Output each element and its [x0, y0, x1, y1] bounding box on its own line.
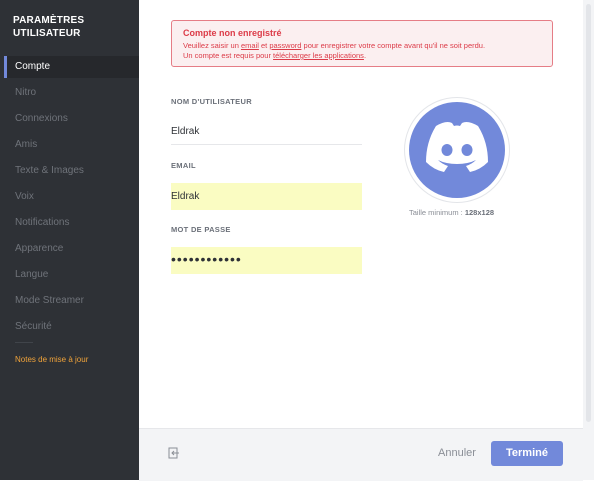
avatar[interactable] [409, 102, 505, 198]
download-apps-link[interactable]: télécharger les applications [273, 51, 364, 60]
logout-icon[interactable] [168, 446, 180, 464]
sidebar-item-notifications[interactable]: Notifications [4, 212, 139, 234]
sidebar-item-release-notes[interactable]: Notes de mise à jour [15, 355, 88, 364]
done-button[interactable]: Terminé [491, 441, 563, 466]
password-link[interactable]: password [269, 41, 301, 50]
cancel-button[interactable]: Annuler [432, 444, 482, 462]
sidebar-item-apparence[interactable]: Apparence [4, 238, 139, 260]
username-field[interactable]: Eldrak [171, 118, 362, 145]
sidebar-item-amis[interactable]: Amis [4, 134, 139, 156]
scrollbar-thumb[interactable] [586, 4, 591, 422]
avatar-min-size-hint: Taille minimum : 128x128 [409, 208, 495, 217]
username-label: NOM D'UTILISATEUR [171, 97, 252, 106]
discord-logo-icon [426, 122, 488, 172]
sidebar-item-voix[interactable]: Voix [4, 186, 139, 208]
sidebar-title: PARAMÈTRES UTILISATEUR [13, 15, 85, 39]
email-field[interactable]: Eldrak [171, 183, 362, 210]
email-label: EMAIL [171, 161, 196, 170]
sidebar-item-connexions[interactable]: Connexions [4, 108, 139, 130]
settings-sidebar: PARAMÈTRES UTILISATEUR Compte Nitro Conn… [0, 0, 139, 480]
sidebar-divider [15, 342, 33, 343]
alert-title: Compte non enregistré [183, 28, 282, 38]
password-field[interactable]: •••••••••••• [171, 247, 362, 274]
email-link[interactable]: email [241, 41, 259, 50]
sidebar-item-texte-images[interactable]: Texte & Images [4, 160, 139, 182]
sidebar-item-compte[interactable]: Compte [4, 56, 139, 78]
sidebar-item-nitro[interactable]: Nitro [4, 82, 139, 104]
sidebar-item-securite[interactable]: Sécurité [4, 316, 139, 338]
sidebar-item-mode-streamer[interactable]: Mode Streamer [4, 290, 139, 312]
alert-message: Veuillez saisir un email et password pou… [183, 41, 486, 60]
sidebar-item-langue[interactable]: Langue [4, 264, 139, 286]
unregistered-account-alert: Compte non enregistré Veuillez saisir un… [171, 20, 553, 67]
settings-window: PARAMÈTRES UTILISATEUR Compte Nitro Conn… [0, 0, 594, 481]
password-label: MOT DE PASSE [171, 225, 231, 234]
